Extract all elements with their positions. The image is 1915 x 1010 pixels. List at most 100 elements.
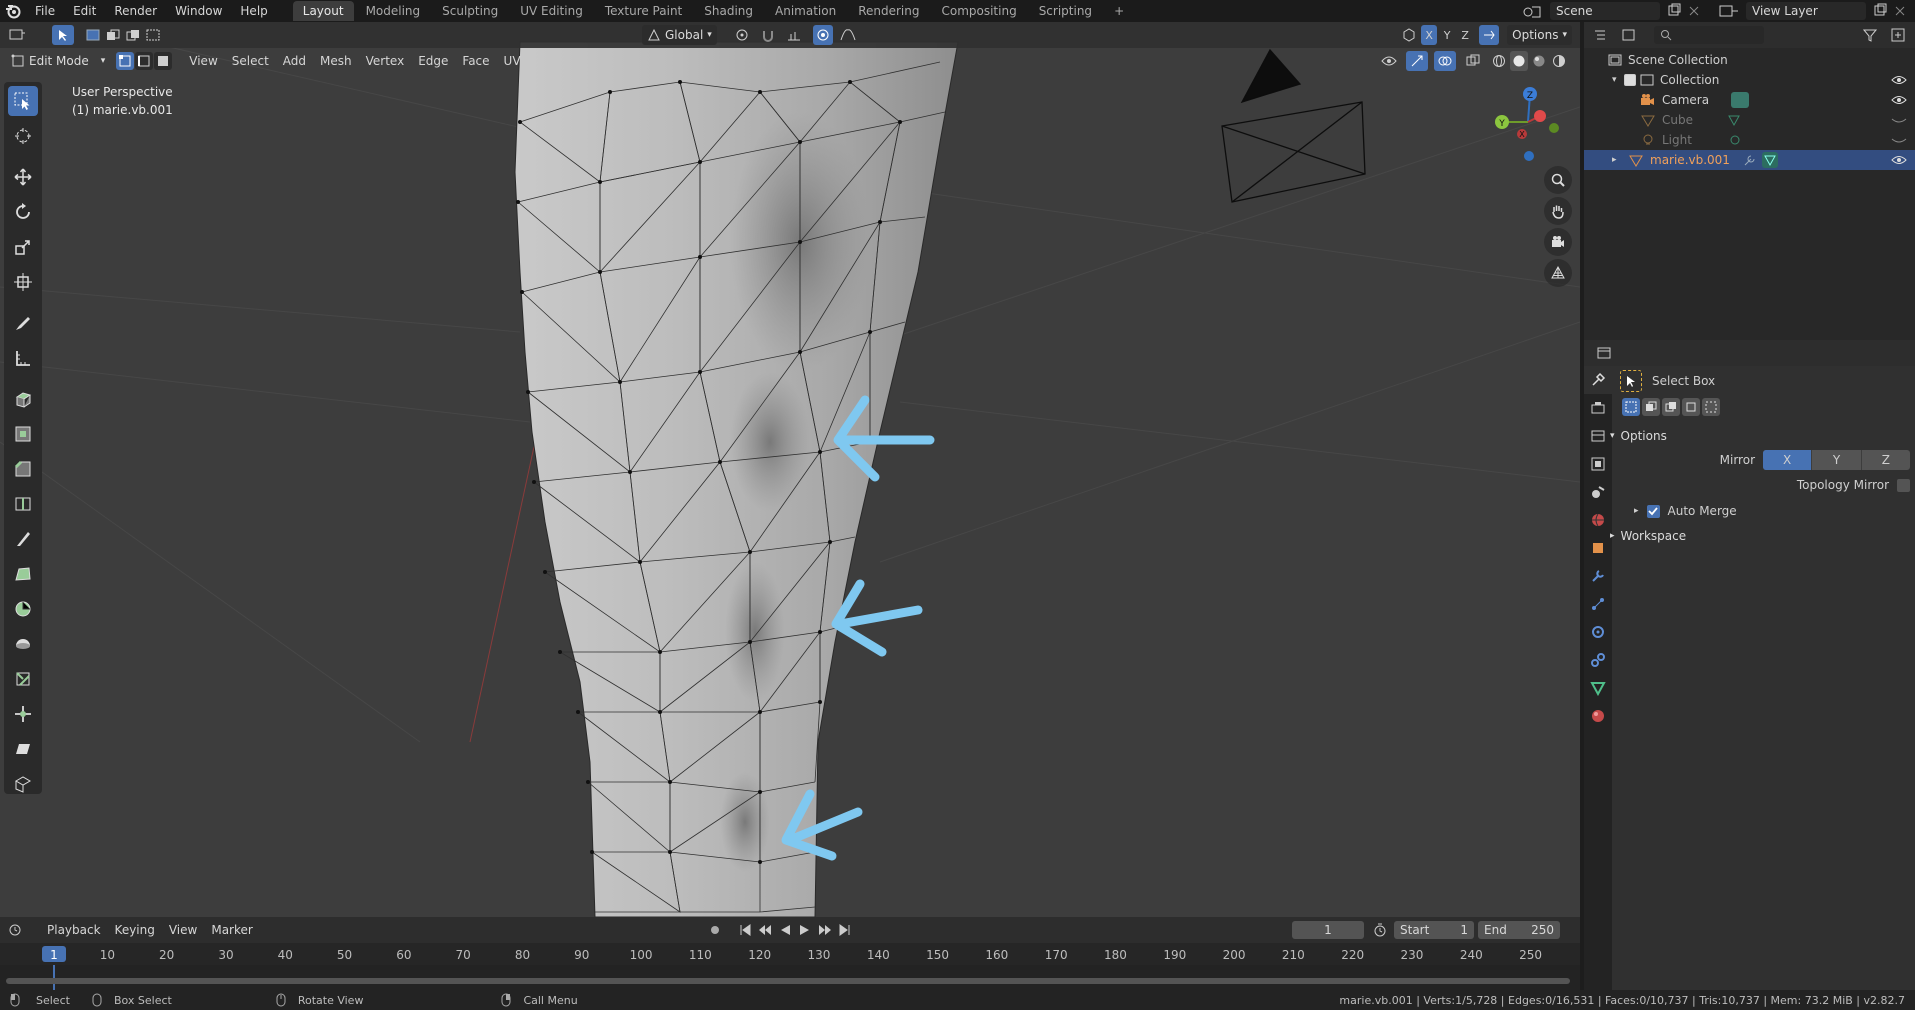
mesh-data-icon[interactable] xyxy=(1727,113,1741,127)
jump-start-icon[interactable] xyxy=(738,923,752,937)
ortho-grid-icon[interactable] xyxy=(1544,259,1572,287)
menu-select[interactable]: Select xyxy=(225,54,276,68)
view-layer-close-icon[interactable] xyxy=(1894,3,1906,19)
mode-intersect-icon[interactable] xyxy=(1702,398,1720,416)
mode-extend-icon[interactable] xyxy=(1642,398,1660,416)
navigation-gizmo[interactable]: Z Y X xyxy=(1488,84,1564,164)
tab-scripting[interactable]: Scripting xyxy=(1029,1,1102,21)
tab-world[interactable] xyxy=(1584,506,1612,534)
jump-end-icon[interactable] xyxy=(838,923,852,937)
extrude-region-tool[interactable] xyxy=(8,384,38,414)
outliner-item-camera[interactable]: Camera xyxy=(1584,90,1915,110)
scene-copy-icon[interactable] xyxy=(1666,3,1682,19)
filter-icon[interactable] xyxy=(1859,25,1881,45)
stopwatch-icon[interactable] xyxy=(1372,922,1388,938)
auto-merge-checkbox[interactable] xyxy=(1646,504,1660,518)
end-frame-field[interactable]: End 250 xyxy=(1478,921,1560,939)
falloff-icon[interactable] xyxy=(833,25,863,45)
inset-faces-tool[interactable] xyxy=(8,419,38,449)
spin-tool[interactable] xyxy=(8,594,38,624)
frame-ruler[interactable]: 1 10 20 30 40 50 60 70 80 90 100 110 120 130 140 150 160… xyxy=(0,943,1580,965)
annotate-tool[interactable] xyxy=(8,308,38,338)
hidden-eye-icon[interactable] xyxy=(1891,114,1907,126)
gizmo-neg-y-axis[interactable] xyxy=(1549,123,1559,133)
view-layer-field[interactable]: View Layer xyxy=(1746,2,1866,20)
wireframe-shading-icon[interactable] xyxy=(1490,51,1508,71)
proportional-edit-icon[interactable] xyxy=(812,25,833,45)
knife-tool[interactable] xyxy=(8,524,38,554)
scene-close-icon[interactable] xyxy=(1688,3,1700,19)
snap-icon[interactable] xyxy=(757,25,779,45)
timeline-scrollbar[interactable] xyxy=(6,978,1570,984)
menu-view[interactable]: View xyxy=(182,54,224,68)
gizmo-neg-z-axis[interactable] xyxy=(1524,151,1534,161)
menu-help[interactable]: Help xyxy=(231,0,276,22)
mirror-z-toggle[interactable]: Z xyxy=(1457,25,1473,45)
tab-animation[interactable]: Animation xyxy=(765,1,846,21)
edge-select-icon[interactable] xyxy=(135,52,154,70)
tab-render[interactable] xyxy=(1584,394,1612,422)
visibility-eye-icon[interactable] xyxy=(1891,74,1907,86)
outliner-item-cube[interactable]: Cube xyxy=(1584,110,1915,130)
visibility-eye-icon[interactable] xyxy=(1891,154,1907,166)
tab-sculpting[interactable]: Sculpting xyxy=(432,1,508,21)
poly-build-tool[interactable] xyxy=(8,559,38,589)
mode-set-icon[interactable] xyxy=(1622,398,1640,416)
3d-viewport[interactable] xyxy=(0,22,1580,917)
tab-object[interactable] xyxy=(1584,534,1612,562)
play-icon[interactable] xyxy=(798,923,812,937)
menu-vertex[interactable]: Vertex xyxy=(359,54,412,68)
prev-keyframe-icon[interactable] xyxy=(758,923,772,937)
material-shading-icon[interactable] xyxy=(1530,51,1548,71)
select-box-tool[interactable] xyxy=(8,86,38,116)
menu-edge[interactable]: Edge xyxy=(411,54,455,68)
expand-arrow-icon[interactable]: ▸ xyxy=(1634,506,1639,516)
tab-material[interactable] xyxy=(1584,702,1612,730)
hidden-eye-icon[interactable] xyxy=(1891,134,1907,146)
current-frame-field[interactable]: 1 xyxy=(1292,921,1364,939)
mode-difference-icon[interactable] xyxy=(1682,398,1700,416)
select-mode-cursor-icon[interactable] xyxy=(52,25,74,45)
start-frame-field[interactable]: Start 1 xyxy=(1394,921,1474,939)
menu-face[interactable]: Face xyxy=(455,54,496,68)
tab-object-data[interactable] xyxy=(1584,674,1612,702)
outliner-search-input[interactable] xyxy=(1654,26,1764,44)
mode-dropdown[interactable]: Edit Mode ▾ xyxy=(6,51,110,71)
edge-slide-tool[interactable] xyxy=(8,664,38,694)
mesh-data-icon[interactable] xyxy=(1761,152,1778,168)
menu-marker[interactable]: Marker xyxy=(204,923,259,937)
bevel-tool[interactable] xyxy=(8,454,38,484)
select-extend-icon[interactable] xyxy=(104,25,122,45)
tab-shading[interactable]: Shading xyxy=(694,1,763,21)
tab-tool-settings[interactable] xyxy=(1584,366,1612,394)
xray-toggle-icon[interactable] xyxy=(1462,51,1484,71)
snap-target-icon[interactable] xyxy=(779,25,809,45)
zoom-icon[interactable] xyxy=(1544,166,1572,194)
tab-physics[interactable] xyxy=(1584,618,1612,646)
loop-cut-tool[interactable] xyxy=(8,489,38,519)
tab-modifiers[interactable] xyxy=(1584,562,1612,590)
outliner-editor-type-icon[interactable] xyxy=(1590,25,1612,45)
view-layer-copy-icon[interactable] xyxy=(1872,3,1888,19)
vertex-select-icon[interactable] xyxy=(116,52,135,70)
play-reverse-icon[interactable] xyxy=(778,923,792,937)
measure-tool[interactable] xyxy=(8,343,38,373)
display-mode-icon[interactable] xyxy=(1618,25,1640,45)
expand-arrow-icon[interactable]: ▾ xyxy=(1612,75,1624,85)
record-icon[interactable] xyxy=(708,923,722,937)
menu-render[interactable]: Render xyxy=(105,0,166,22)
transform-tool[interactable] xyxy=(8,267,38,297)
modifier-wrench-icon[interactable] xyxy=(1742,153,1758,167)
visibility-eye-icon[interactable] xyxy=(1378,51,1400,71)
camera-view-icon[interactable] xyxy=(1544,228,1572,256)
tab-particles[interactable] xyxy=(1584,590,1612,618)
gizmo-toggle-icon[interactable] xyxy=(1406,51,1428,71)
new-collection-icon[interactable] xyxy=(1887,25,1909,45)
select-new-icon[interactable] xyxy=(84,25,102,45)
tab-view-layer[interactable] xyxy=(1584,450,1612,478)
tab-scene[interactable] xyxy=(1584,478,1612,506)
select-invert-icon[interactable] xyxy=(144,25,162,45)
shrink-fatten-tool[interactable] xyxy=(8,699,38,729)
cursor-tool[interactable] xyxy=(8,121,38,151)
scale-tool[interactable] xyxy=(8,232,38,262)
